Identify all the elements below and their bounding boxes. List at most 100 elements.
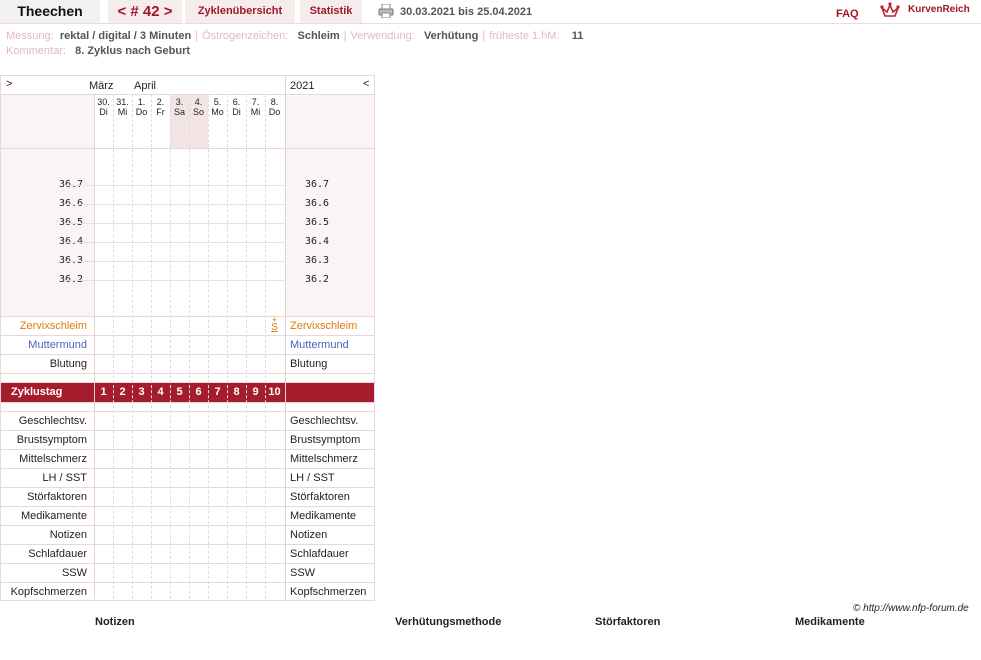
grid-line: [1, 506, 374, 507]
cycle-chart: > < März April 2021 30. Di 31. Mi 1. Do 2. Fr 3.…: [0, 75, 375, 601]
day-date: 8.: [270, 97, 279, 107]
cycle-day-number[interactable]: 10: [265, 386, 284, 398]
row-label-kopfschmerzen: Kopfschmerzen: [10, 586, 87, 598]
day-weekday: Di: [232, 107, 241, 117]
footer-verhuetungsmethode: Verhütungsmethode: [395, 616, 502, 628]
cycle-day-number[interactable]: 2: [113, 386, 132, 398]
row-label-st-rfaktoren: Störfaktoren: [27, 491, 87, 503]
date-from: 30.03.2021: [400, 6, 456, 18]
verwendung-value: Verhütung: [423, 30, 479, 42]
cycle-day-number[interactable]: 6: [189, 386, 208, 398]
crown-logo-icon[interactable]: [880, 2, 900, 20]
day-date: 30.: [97, 97, 110, 107]
day-header[interactable]: 7. Mi: [246, 97, 265, 117]
day-header[interactable]: 31. Mi: [113, 97, 132, 117]
date-bis: bis: [458, 6, 475, 18]
kommentar-label: Kommentar:: [6, 45, 66, 57]
brand-name[interactable]: KurvenReich: [908, 4, 970, 15]
oestrogen-value: Schleim: [297, 30, 340, 42]
row-label-right-lh-sst: LH / SST: [290, 472, 335, 484]
temp-label-right: 36.6: [305, 198, 330, 209]
grid-line: [1, 544, 374, 545]
copyright[interactable]: © http://www.nfp-forum.de: [853, 603, 969, 614]
day-header[interactable]: 3. Sa: [170, 97, 189, 117]
footer-stoerfaktoren: Störfaktoren: [595, 616, 661, 628]
cycle-day-number[interactable]: 8: [227, 386, 246, 398]
footer-notizen: Notizen: [95, 616, 135, 628]
row-label-right-ssw: SSW: [290, 567, 316, 579]
blutung-label: Blutung: [49, 358, 87, 370]
cycle-day-number[interactable]: 3: [132, 386, 151, 398]
footer-medikamente: Medikamente: [795, 616, 865, 628]
day-date: 3.: [175, 97, 184, 107]
nav-next-button[interactable]: <: [363, 78, 369, 90]
grid-line: [1, 354, 374, 355]
day-weekday: Do: [268, 107, 281, 117]
grid-line: [1, 94, 374, 95]
faq-link[interactable]: FAQ: [836, 8, 859, 20]
grid-line: [1, 316, 374, 317]
day-header[interactable]: 2. Fr: [151, 97, 170, 117]
fruehest-label: früheste 1.hM:: [489, 30, 560, 42]
cycle-day-number[interactable]: 4: [151, 386, 170, 398]
cycle-day-number[interactable]: 1: [94, 386, 113, 398]
kommentar-value: 8. Zyklus nach Geburt: [75, 45, 191, 57]
row-label-right-kopfschmerzen: Kopfschmerzen: [290, 586, 367, 598]
zervix-mark[interactable]: + S: [265, 316, 284, 333]
row-label-right-notizen: Notizen: [290, 529, 328, 541]
grid-line: [1, 563, 374, 564]
day-date: 31.: [116, 97, 129, 107]
day-weekday: Fr: [156, 107, 165, 117]
cycle-day-number[interactable]: 9: [246, 386, 265, 398]
day-date: 5.: [213, 97, 222, 107]
cycle-nav-button[interactable]: < # 42 >: [108, 0, 182, 23]
temp-label-right: 36.7: [305, 179, 330, 190]
day-header[interactable]: 1. Do: [132, 97, 151, 117]
grid-line: [1, 402, 374, 403]
zervix-label: Zervixschleim: [19, 320, 87, 332]
temp-label-right: 36.2: [305, 274, 330, 285]
fruehest-value: 11: [571, 30, 584, 42]
tab-cycle-overview[interactable]: Zyklenübersicht: [185, 0, 295, 23]
day-weekday: Di: [99, 107, 108, 117]
day-date: 1.: [137, 97, 146, 107]
grid-line: [1, 335, 374, 336]
messung-label: Messung:: [6, 30, 54, 42]
printer-icon[interactable]: [378, 4, 394, 18]
month-label-maerz: März: [89, 80, 114, 92]
day-header[interactable]: 5. Mo: [208, 97, 227, 117]
row-label-notizen: Notizen: [49, 529, 87, 541]
temp-label-right: 36.5: [305, 217, 330, 228]
day-header[interactable]: 30. Di: [94, 97, 113, 117]
row-label-brustsymptom: Brustsymptom: [16, 434, 87, 446]
row-label-right-st-rfaktoren: Störfaktoren: [290, 491, 350, 503]
day-weekday: So: [192, 107, 204, 117]
temp-gridline: [66, 242, 286, 243]
zyklustag-bar: Zyklustag 1 2 3 4 5 6 7 8 9 10: [1, 382, 374, 402]
grid-line: [1, 582, 374, 583]
day-date: 4.: [194, 97, 203, 107]
grid-line: [1, 487, 374, 488]
user-name: Theechen: [0, 0, 100, 23]
row-label-right-mittelschmerz: Mittelschmerz: [290, 453, 358, 465]
temp-gridline: [66, 223, 286, 224]
tab-statistics[interactable]: Statistik: [300, 0, 362, 23]
cycle-day-number[interactable]: 7: [208, 386, 227, 398]
day-header[interactable]: 8. Do: [265, 97, 284, 117]
date-range: 30.03.2021 bis 25.04.2021: [400, 6, 532, 18]
month-label-april: April: [134, 80, 157, 92]
cycle-day-number[interactable]: 5: [170, 386, 189, 398]
row-label-right-medikamente: Medikamente: [290, 510, 357, 522]
comment-info: Kommentar: 8. Zyklus nach Geburt: [6, 45, 190, 57]
measurement-info: Messung: rektal / digital / 3 Minuten | Ös…: [6, 30, 584, 42]
day-date: 7.: [251, 97, 260, 107]
row-label-right-geschlechtsv: Geschlechtsv.: [290, 415, 359, 427]
muttermund-label-right: Muttermund: [290, 339, 349, 351]
day-weekday: Mi: [117, 107, 128, 117]
day-header[interactable]: 4. So: [189, 97, 208, 117]
day-header[interactable]: 6. Di: [227, 97, 246, 117]
row-label-schlafdauer: Schlafdauer: [28, 548, 87, 560]
nav-prev-button[interactable]: >: [6, 78, 12, 90]
grid-line: [1, 430, 374, 431]
grid-line: [1, 148, 374, 149]
